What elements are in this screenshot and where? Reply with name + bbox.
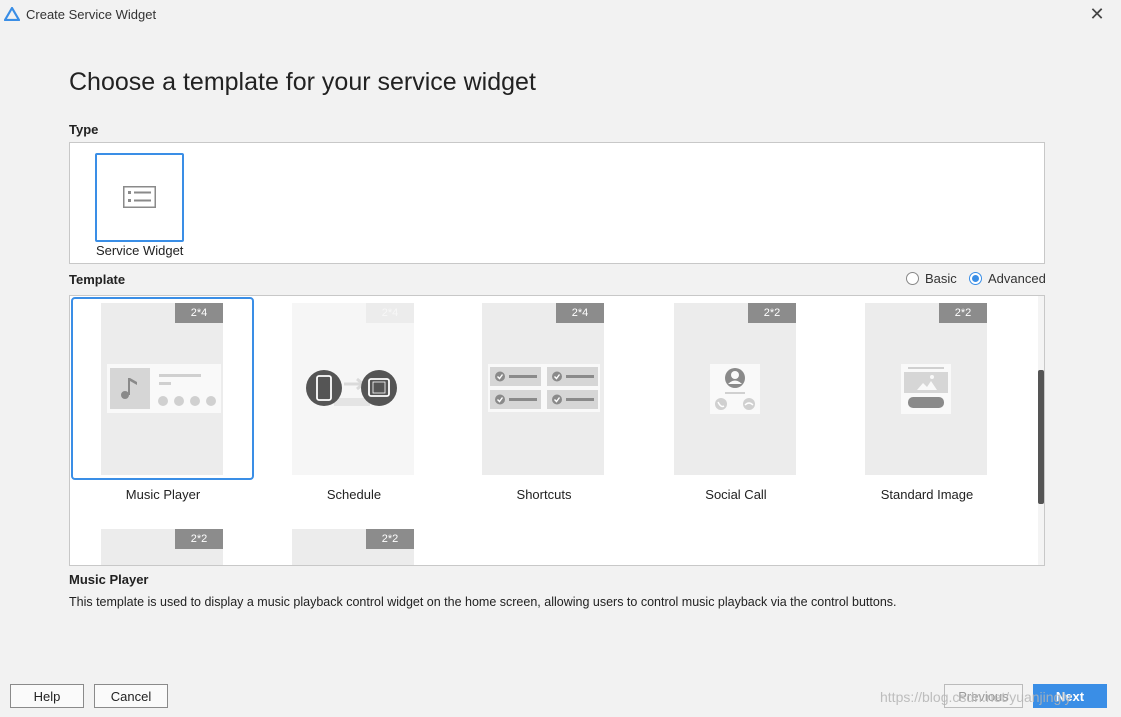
window-title: Create Service Widget — [26, 7, 157, 22]
description-text: This template is used to display a music… — [69, 595, 897, 609]
help-button[interactable]: Help — [10, 684, 84, 708]
title-bar: Create Service Widget ✕ — [0, 0, 1121, 30]
app-logo-icon — [4, 7, 20, 21]
radio-advanced-circle[interactable] — [969, 272, 982, 285]
tablet-device-icon — [361, 370, 397, 406]
size-badge: 2*2 — [175, 529, 223, 549]
social-call-illustration — [710, 364, 760, 414]
type-panel: Service Widget — [69, 142, 1045, 264]
template-card-schedule[interactable]: 2*4 Schedule — [262, 297, 446, 502]
previous-button[interactable]: Previous — [944, 684, 1023, 708]
type-card-label: Service Widget — [96, 243, 184, 258]
template-name: Shortcuts — [516, 487, 572, 502]
scrollbar-thumb[interactable] — [1038, 370, 1044, 504]
size-badge: 2*2 — [366, 529, 414, 549]
template-name: Social Call — [705, 487, 767, 502]
phone-device-icon — [306, 370, 342, 406]
template-card-row2-2[interactable]: 2*2 — [262, 523, 446, 565]
call-answer-icon — [715, 398, 727, 410]
radio-basic-circle[interactable] — [906, 272, 919, 285]
standard-image-illustration — [901, 364, 951, 414]
size-badge: 2*4 — [556, 303, 604, 323]
avatar-icon — [725, 368, 745, 388]
template-label: Template — [69, 272, 126, 287]
schedule-illustration — [306, 370, 397, 406]
page-title: Choose a template for your service widge… — [69, 68, 536, 96]
size-badge: 2*2 — [939, 303, 987, 323]
size-badge: 2*2 — [748, 303, 796, 323]
description-title: Music Player — [69, 572, 149, 587]
type-card-service-widget[interactable] — [95, 153, 184, 242]
template-card-row2-1[interactable]: 2*2 — [71, 523, 255, 565]
radio-advanced[interactable]: Advanced — [969, 271, 1046, 286]
template-gallery: 2*4 Music Player 2*4 Schedule 2*4 Shortc… — [69, 295, 1045, 566]
list-widget-icon — [123, 186, 156, 208]
size-badge: 2*4 — [366, 303, 414, 323]
type-label: Type — [69, 122, 99, 137]
radio-advanced-label: Advanced — [988, 271, 1046, 286]
template-name: Standard Image — [880, 487, 974, 502]
image-placeholder-icon — [904, 372, 948, 393]
music-player-illustration — [107, 364, 221, 413]
radio-basic[interactable]: Basic — [906, 271, 957, 286]
next-button[interactable]: Next — [1033, 684, 1107, 708]
shortcuts-illustration — [488, 364, 600, 412]
template-card-standard-image[interactable]: 2*2 Standard Image — [835, 297, 1019, 502]
template-name: Music Player — [125, 487, 201, 502]
template-card-music-player[interactable]: 2*4 Music Player — [71, 297, 255, 502]
close-icon[interactable]: ✕ — [1088, 5, 1106, 23]
radio-basic-label: Basic — [925, 271, 957, 286]
template-name: Schedule — [326, 487, 382, 502]
cancel-button[interactable]: Cancel — [94, 684, 168, 708]
template-card-shortcuts[interactable]: 2*4 Shortcuts — [452, 297, 636, 502]
template-card-social-call[interactable]: 2*2 Social Call — [644, 297, 828, 502]
size-badge: 2*4 — [175, 303, 223, 323]
call-decline-icon — [743, 398, 755, 410]
